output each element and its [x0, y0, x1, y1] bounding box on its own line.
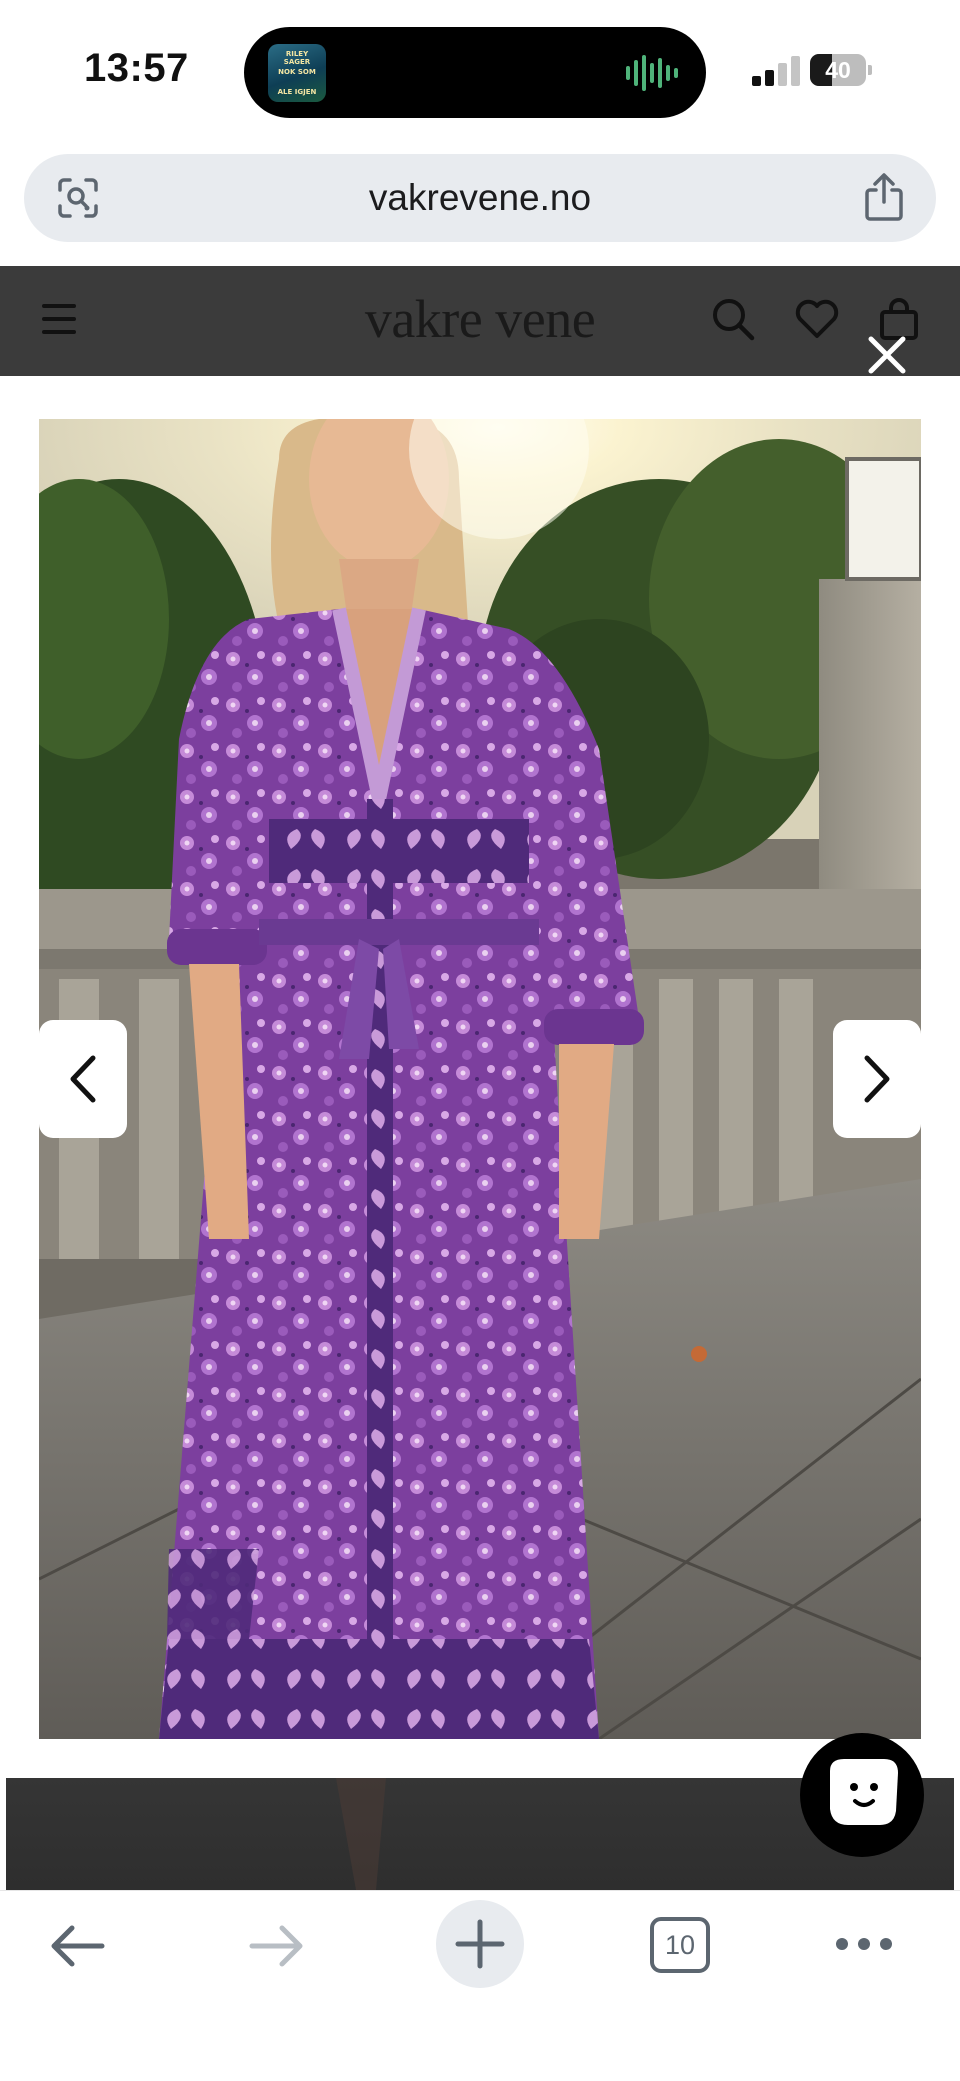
heart-icon[interactable] [794, 296, 840, 342]
product-photo[interactable] [39, 419, 921, 1739]
share-icon[interactable] [862, 172, 906, 222]
status-bar: 13:57 RILEY SAGER NOK SOM ALE IGJEN 40 [0, 0, 960, 140]
chevron-left-icon [70, 1055, 96, 1103]
artwork-text-line-2: NOK SOM [278, 68, 316, 76]
previous-image-button[interactable] [39, 1020, 127, 1138]
chevron-right-icon [864, 1055, 890, 1103]
more-dots-icon[interactable] [834, 1932, 894, 1956]
site-logo[interactable]: vakre vene [320, 288, 640, 350]
now-playing-artwork: RILEY SAGER NOK SOM ALE IGJEN [268, 44, 326, 102]
site-header: vakre vene [0, 266, 960, 376]
search-icon[interactable] [710, 296, 756, 342]
new-tab-button[interactable] [436, 1900, 524, 1988]
audio-waveform-icon [626, 55, 680, 91]
cellular-signal-icon [752, 56, 800, 86]
next-image-button[interactable] [833, 1020, 921, 1138]
forward-arrow-icon[interactable] [248, 1922, 306, 1970]
tab-count: 10 [664, 1930, 696, 1960]
chat-face-icon [830, 1759, 898, 1825]
battery-icon: 40 [810, 54, 872, 86]
battery-level: 40 [825, 57, 851, 83]
status-time: 13:57 [84, 46, 189, 90]
tab-switcher-button[interactable]: 10 [650, 1917, 710, 1973]
url-text[interactable]: vakrevene.no [24, 154, 936, 242]
chat-button[interactable] [800, 1733, 924, 1857]
address-bar[interactable]: vakrevene.no [24, 154, 936, 242]
plus-icon [455, 1919, 505, 1969]
artwork-text-line-3: ALE IGJEN [277, 88, 317, 96]
hamburger-icon[interactable] [42, 302, 76, 336]
product-photo-image [39, 419, 921, 1739]
back-arrow-icon[interactable] [48, 1922, 106, 1970]
dynamic-island[interactable]: RILEY SAGER NOK SOM ALE IGJEN [244, 27, 706, 118]
close-icon[interactable] [864, 332, 910, 378]
artwork-text-line-1: RILEY SAGER [283, 50, 311, 66]
